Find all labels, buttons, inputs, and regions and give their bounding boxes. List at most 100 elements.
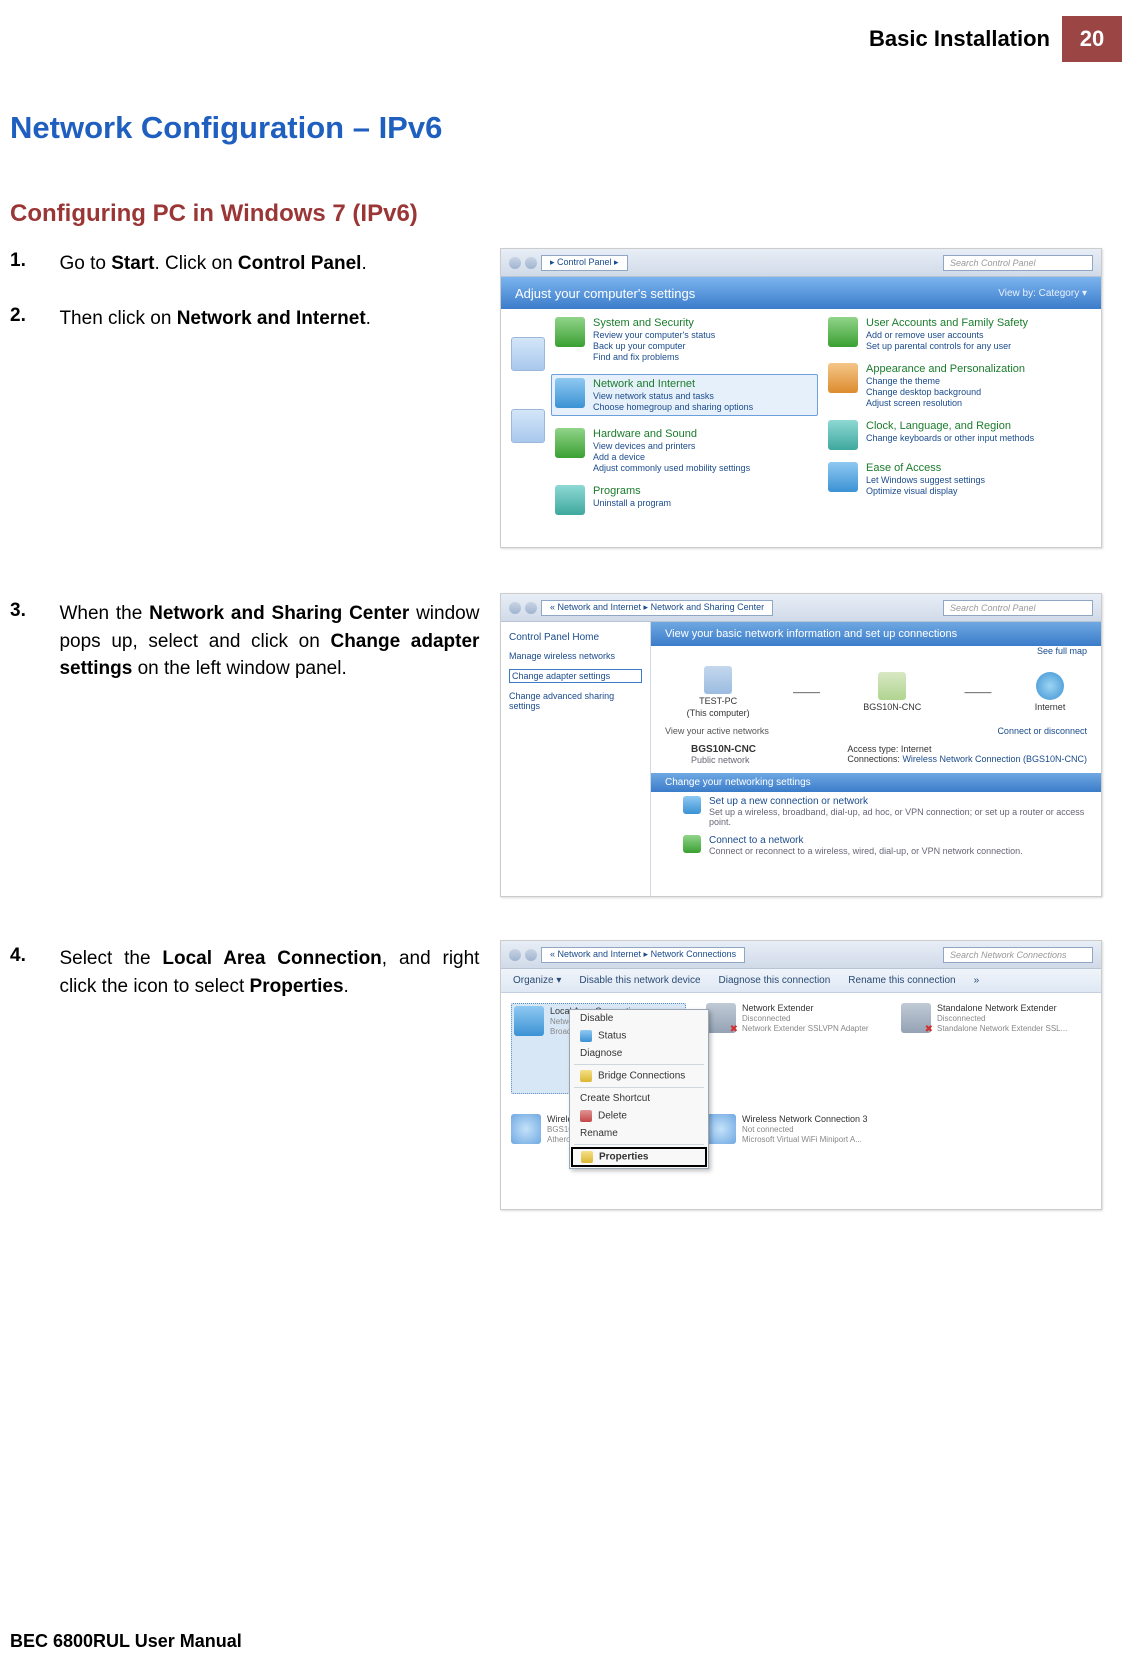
- control-panel-category[interactable]: Appearance and PersonalizationChange the…: [828, 363, 1091, 408]
- step-text: Then click on Network and Internet.: [59, 305, 479, 333]
- network-setting-item[interactable]: Connect to a networkConnect or reconnect…: [651, 831, 1101, 860]
- menu-status[interactable]: Status: [570, 1027, 708, 1045]
- menu-properties[interactable]: Properties: [571, 1147, 707, 1167]
- category-title[interactable]: Clock, Language, and Region: [866, 420, 1034, 432]
- toolbar-disable[interactable]: Disable this network device: [579, 975, 700, 986]
- sidepanel-link-wireless[interactable]: Manage wireless networks: [509, 651, 642, 661]
- connection-name[interactable]: BGS10N-CNC: [691, 744, 756, 755]
- connection-name: Network Extender: [742, 1003, 869, 1013]
- menu-bridge[interactable]: Bridge Connections: [570, 1067, 708, 1085]
- sidepanel-title[interactable]: Control Panel Home: [509, 632, 642, 643]
- category-title[interactable]: Programs: [593, 485, 671, 497]
- text: .: [366, 308, 371, 329]
- control-panel-category[interactable]: User Accounts and Family SafetyAdd or re…: [828, 317, 1091, 351]
- network-map: TEST-PC (This computer) ——— BGS10N-CNC —…: [651, 656, 1101, 722]
- connection-type: Public network: [691, 755, 756, 765]
- sidepanel-link-advanced[interactable]: Change advanced sharing settings: [509, 691, 642, 711]
- bridge-icon: [580, 1070, 592, 1082]
- connection-icon: [706, 1114, 736, 1144]
- search-input[interactable]: Search Control Panel: [943, 255, 1093, 271]
- menu-separator: [574, 1087, 704, 1088]
- toolbar-rename[interactable]: Rename this connection: [848, 975, 955, 986]
- toolbar-overflow[interactable]: »: [974, 975, 980, 986]
- menu-shortcut[interactable]: Create Shortcut: [570, 1090, 708, 1107]
- category-link[interactable]: Adjust screen resolution: [866, 398, 1025, 408]
- nav-forward-icon[interactable]: [525, 257, 537, 269]
- nav-back-icon[interactable]: [509, 257, 521, 269]
- category-title[interactable]: Hardware and Sound: [593, 428, 750, 440]
- screenshot-network-connections: « Network and Internet ▸ Network Connect…: [500, 940, 1102, 1210]
- connection-device: Microsoft Virtual WiFi Miniport A...: [742, 1135, 868, 1144]
- page-header: Basic Installation 20: [869, 16, 1122, 62]
- category-link[interactable]: Add a device: [593, 452, 750, 462]
- control-panel-category[interactable]: Ease of AccessLet Windows suggest settin…: [828, 462, 1091, 496]
- link-line: ———: [793, 687, 820, 697]
- category-title[interactable]: Network and Internet: [593, 378, 753, 390]
- node-label: Internet: [1035, 702, 1066, 712]
- category-link[interactable]: Optimize visual display: [866, 486, 985, 496]
- breadcrumb[interactable]: ▸ Control Panel ▸: [541, 255, 628, 271]
- network-node-internet: Internet: [1035, 672, 1066, 712]
- connections-label: Connections:: [847, 754, 900, 764]
- connection-link[interactable]: Wireless Network Connection (BGS10N-CNC): [902, 754, 1087, 764]
- text: Go to: [59, 253, 111, 274]
- bold-text: Control Panel: [238, 253, 362, 274]
- category-link[interactable]: Change desktop background: [866, 387, 1025, 397]
- nav-forward-icon[interactable]: [525, 602, 537, 614]
- control-panel-category[interactable]: Hardware and SoundView devices and print…: [555, 428, 818, 473]
- menu-diagnose[interactable]: Diagnose: [570, 1045, 708, 1062]
- toolbar-organize[interactable]: Organize ▾: [513, 975, 561, 986]
- network-connection-item[interactable]: Network ExtenderDisconnectedNetwork Exte…: [706, 1003, 881, 1094]
- menu-delete[interactable]: Delete: [570, 1107, 708, 1125]
- window-titlebar: ▸ Control Panel ▸ Search Control Panel: [501, 249, 1101, 277]
- connection-device: Network Extender SSLVPN Adapter: [742, 1024, 869, 1033]
- connection-icon: [511, 1114, 541, 1144]
- control-panel-category[interactable]: Clock, Language, and RegionChange keyboa…: [828, 420, 1091, 450]
- network-connection-item[interactable]: Wireless Network Connection 3Not connect…: [706, 1114, 881, 1199]
- network-setting-item[interactable]: Set up a new connection or networkSet up…: [651, 792, 1101, 831]
- category-link[interactable]: Find and fix problems: [593, 352, 715, 362]
- category-title[interactable]: User Accounts and Family Safety: [866, 317, 1028, 329]
- breadcrumb[interactable]: « Network and Internet ▸ Network and Sha…: [541, 600, 773, 616]
- search-input[interactable]: Search Control Panel: [943, 600, 1093, 616]
- category-link[interactable]: Change keyboards or other input methods: [866, 433, 1034, 443]
- category-link[interactable]: Back up your computer: [593, 341, 715, 351]
- category-link[interactable]: Review your computer's status: [593, 330, 715, 340]
- view-by-dropdown[interactable]: View by: Category ▾: [998, 288, 1087, 299]
- text: Select the: [59, 948, 162, 969]
- network-connection-item[interactable]: Standalone Network ExtenderDisconnectedS…: [901, 1003, 1076, 1094]
- nav-back-icon[interactable]: [509, 949, 521, 961]
- control-panel-category[interactable]: Network and InternetView network status …: [551, 374, 818, 416]
- connect-disconnect-link[interactable]: Connect or disconnect: [997, 726, 1087, 736]
- category-title[interactable]: System and Security: [593, 317, 715, 329]
- see-full-map-link[interactable]: See full map: [651, 646, 1101, 656]
- delete-icon: [580, 1110, 592, 1122]
- control-panel-category[interactable]: ProgramsUninstall a program: [555, 485, 818, 515]
- nav-forward-icon[interactable]: [525, 949, 537, 961]
- category-link[interactable]: Set up parental controls for any user: [866, 341, 1028, 351]
- category-link[interactable]: Change the theme: [866, 376, 1025, 386]
- menu-rename[interactable]: Rename: [570, 1125, 708, 1142]
- step-text: Select the Local Area Connection, and ri…: [59, 945, 479, 1000]
- category-title[interactable]: Appearance and Personalization: [866, 363, 1025, 375]
- category-link[interactable]: Uninstall a program: [593, 498, 671, 508]
- category-link[interactable]: Add or remove user accounts: [866, 330, 1028, 340]
- bold-text: Start: [111, 253, 154, 274]
- breadcrumb[interactable]: « Network and Internet ▸ Network Connect…: [541, 947, 745, 963]
- side-panel: Control Panel Home Manage wireless netwo…: [501, 622, 651, 896]
- category-title[interactable]: Ease of Access: [866, 462, 985, 474]
- nav-back-icon[interactable]: [509, 602, 521, 614]
- category-link[interactable]: View network status and tasks: [593, 391, 753, 401]
- step-number: 1.: [10, 250, 55, 272]
- step-number: 3.: [10, 600, 55, 622]
- menu-disable[interactable]: Disable: [570, 1010, 708, 1027]
- category-link[interactable]: Let Windows suggest settings: [866, 475, 985, 485]
- toolbar-diagnose[interactable]: Diagnose this connection: [719, 975, 831, 986]
- category-link[interactable]: Choose homegroup and sharing options: [593, 402, 753, 412]
- context-menu: Disable Status Diagnose Bridge Connectio…: [569, 1009, 709, 1169]
- category-link[interactable]: Adjust commonly used mobility settings: [593, 463, 750, 473]
- search-input[interactable]: Search Network Connections: [943, 947, 1093, 963]
- sidepanel-link-adapter[interactable]: Change adapter settings: [509, 669, 642, 683]
- control-panel-category[interactable]: System and SecurityReview your computer'…: [555, 317, 818, 362]
- category-link[interactable]: View devices and printers: [593, 441, 750, 451]
